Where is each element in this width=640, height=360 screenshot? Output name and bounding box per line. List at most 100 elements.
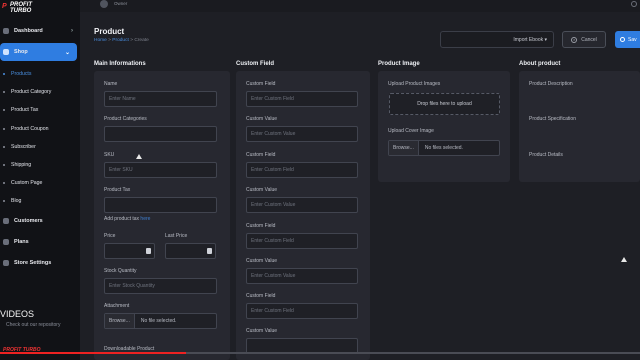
custom-field-label: Custom Field	[246, 81, 276, 87]
topbar: Owner	[80, 0, 640, 12]
videos-overlay-label[interactable]: VIDEOS	[0, 309, 34, 319]
about-product-title: About product	[519, 61, 561, 67]
shop-submenu: Products Product Category Product Tax Pr…	[0, 65, 80, 211]
name-input[interactable]: Enter Name	[104, 91, 217, 107]
chevron-right-icon: ›	[71, 28, 73, 34]
custom-field-label: Custom Field	[246, 152, 276, 158]
stepper-icon[interactable]	[207, 248, 212, 254]
custom-value-label: Custom Value	[246, 328, 278, 334]
user-name[interactable]: Owner	[114, 1, 127, 6]
save-label: Sav	[628, 36, 637, 43]
attachment-file-input[interactable]: Browse... No file selected.	[104, 313, 217, 329]
close-icon: ×	[571, 36, 578, 43]
mouse-cursor-icon	[136, 154, 142, 159]
custom-field-input[interactable]: Enter Custom Field	[246, 303, 358, 319]
sidebar-item-label: Plans	[14, 238, 29, 245]
dashboard-icon	[3, 28, 9, 34]
image-dropzone[interactable]: Drop files here to upload	[389, 93, 500, 115]
sidebar-item-products[interactable]: Products	[0, 65, 80, 83]
custom-value-input[interactable]: Enter Custom Value	[246, 197, 358, 213]
sidebar-footer-text[interactable]: Check out our repository	[6, 322, 60, 328]
custom-field-input[interactable]: Enter Custom Field	[246, 91, 358, 107]
custom-field-input[interactable]: Enter Custom Field	[246, 162, 358, 178]
cover-image-label: Upload Cover Image	[388, 128, 434, 134]
breadcrumb: Home > Product > Create	[94, 38, 149, 43]
chevron-down-icon: ⌄	[64, 49, 70, 56]
description-label[interactable]: Product Description	[529, 81, 573, 87]
sidebar-item-shipping[interactable]: Shipping	[0, 156, 80, 174]
sidebar: P PROFIT TURBO Dashboard › Shop ⌄ Product…	[0, 0, 80, 360]
details-label[interactable]: Product Details	[529, 152, 563, 158]
sidebar-item-label: Store Settings	[14, 259, 52, 266]
sidebar-item-customers[interactable]: Customers	[0, 212, 80, 230]
sidebar-item-product-coupon[interactable]: Product Coupon	[0, 120, 80, 138]
sidebar-item-product-category[interactable]: Product Category	[0, 83, 80, 101]
custom-field-label: Custom Field	[246, 223, 276, 229]
custom-value-label: Custom Value	[246, 116, 278, 122]
sidebar-item-label: Dashboard	[14, 28, 43, 34]
sidebar-item-shop[interactable]: Shop ⌄	[0, 43, 77, 61]
custom-field-input[interactable]: Enter Custom Field	[246, 233, 358, 249]
attachment-label: Attachment	[104, 303, 130, 309]
price-label: Price	[104, 233, 116, 239]
gear-icon[interactable]	[631, 1, 637, 7]
save-button[interactable]: Sav	[615, 31, 640, 48]
last-price-label: Last Price	[165, 233, 188, 239]
check-icon	[620, 37, 625, 42]
sidebar-item-label: Customers	[14, 217, 43, 224]
sidebar-item-label: Shop	[14, 49, 28, 55]
browse-button[interactable]: Browse...	[105, 314, 135, 328]
specification-label[interactable]: Product Specification	[529, 116, 576, 122]
sku-input[interactable]: Enter SKU	[104, 162, 217, 178]
custom-field-label: Custom Field	[246, 293, 276, 299]
shop-icon	[3, 49, 9, 55]
brand-name: PROFIT TURBO	[10, 2, 32, 14]
custom-value-input[interactable]: Enter Custom Value	[246, 268, 358, 284]
breadcrumb-product[interactable]: Product	[112, 38, 129, 43]
add-tax-hint: Add product tax here	[104, 216, 151, 222]
custom-field-title: Custom Field	[236, 61, 275, 67]
price-input[interactable]	[104, 243, 155, 259]
tax-select[interactable]	[104, 197, 217, 213]
cancel-button[interactable]: × Cancel	[562, 31, 606, 48]
categories-label: Product Categories	[104, 116, 147, 122]
avatar[interactable]	[100, 0, 108, 8]
import-ebook-select[interactable]: Import Ebook ▾	[440, 31, 554, 48]
file-status: No files selected.	[424, 145, 463, 151]
video-progress-fill	[0, 352, 186, 354]
sidebar-item-dashboard[interactable]: Dashboard ›	[0, 22, 80, 40]
breadcrumb-home[interactable]: Home	[94, 38, 107, 43]
sidebar-item-store-settings[interactable]: Store Settings	[0, 254, 80, 272]
add-tax-link[interactable]: here	[140, 216, 150, 222]
sidebar-item-plans[interactable]: Plans	[0, 233, 80, 251]
video-progress-bar[interactable]	[0, 352, 640, 354]
stepper-icon[interactable]	[146, 248, 151, 254]
custom-value-label: Custom Value	[246, 258, 278, 264]
stock-label: Stock Quantity	[104, 268, 137, 274]
about-product-panel	[519, 71, 640, 182]
last-price-input[interactable]	[165, 243, 216, 259]
file-status: No file selected.	[140, 318, 177, 324]
tax-label: Product Tax	[104, 187, 131, 193]
stock-input[interactable]: Enter Stock Quantity	[104, 278, 217, 294]
sidebar-item-blog[interactable]: Blog	[0, 192, 80, 210]
brand-logo[interactable]: P PROFIT TURBO	[2, 2, 62, 16]
breadcrumb-separator: >	[108, 38, 111, 43]
cover-file-input[interactable]: Browse... No files selected.	[388, 140, 500, 156]
page-title: Product	[94, 27, 125, 36]
sidebar-item-subscriber[interactable]: Subscriber	[0, 138, 80, 156]
custom-value-label: Custom Value	[246, 187, 278, 193]
name-label: Name	[104, 81, 118, 87]
sidebar-item-product-tax[interactable]: Product Tax	[0, 101, 80, 119]
cancel-label: Cancel	[581, 36, 597, 43]
categories-select[interactable]	[104, 126, 217, 142]
product-image-title: Product Image	[378, 61, 420, 67]
mouse-cursor-icon	[621, 257, 627, 262]
sku-label: SKU	[104, 152, 115, 158]
browse-button[interactable]: Browse...	[389, 141, 419, 155]
breadcrumb-separator: >	[130, 38, 133, 43]
main-info-title: Main Informations	[94, 61, 146, 67]
sidebar-item-custom-page[interactable]: Custom Page	[0, 174, 80, 192]
settings-icon	[3, 259, 9, 266]
custom-value-input[interactable]: Enter Custom Value	[246, 126, 358, 142]
